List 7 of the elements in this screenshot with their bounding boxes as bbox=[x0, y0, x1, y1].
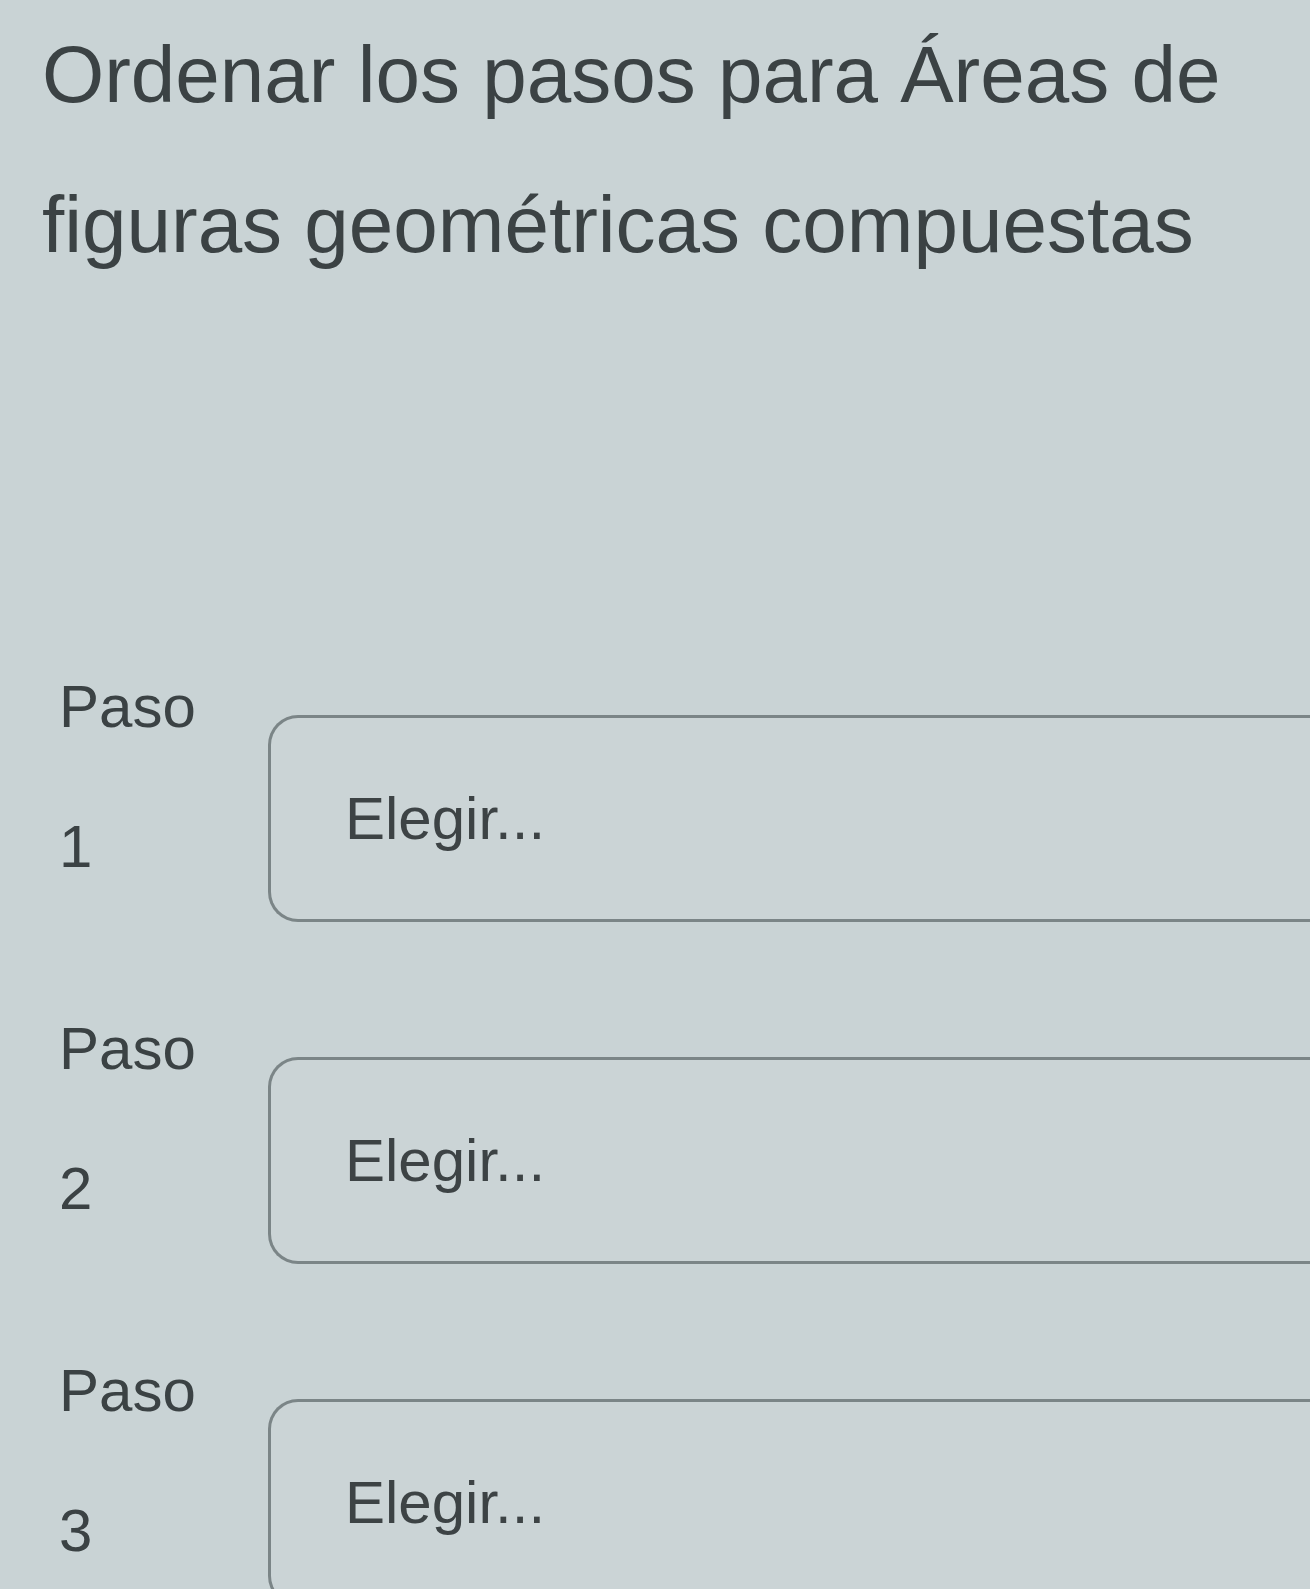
dropdown[interactable]: Elegir... bbox=[268, 1399, 1310, 1589]
step-label: Paso 1 bbox=[59, 672, 197, 882]
dropdown[interactable]: Elegir... bbox=[268, 1057, 1310, 1264]
page-title: Ordenar los pasos para Áreas de figuras geométricas compuestas bbox=[42, 29, 1222, 271]
step-label: Paso 3 bbox=[59, 1356, 197, 1566]
dropdown[interactable]: Elegir... bbox=[268, 715, 1310, 922]
step-label: Paso 2 bbox=[59, 1014, 197, 1224]
